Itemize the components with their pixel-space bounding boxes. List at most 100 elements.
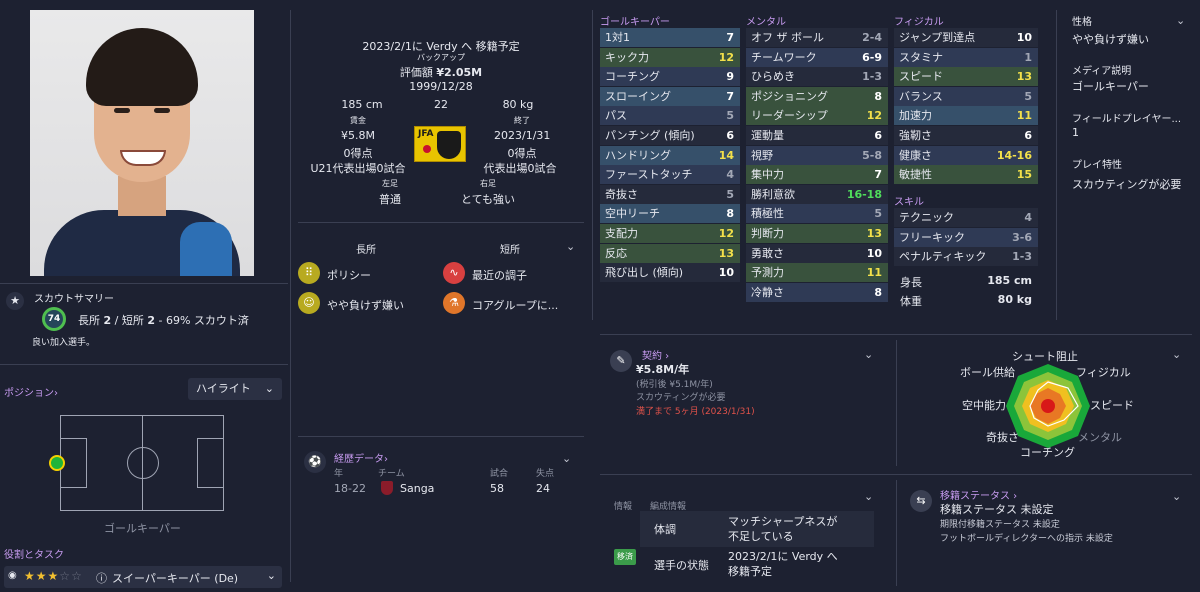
attribute-row[interactable]: ハンドリング 14	[600, 145, 740, 165]
chevron-down-icon[interactable]: ⌄	[566, 240, 575, 253]
attribute-row[interactable]: 奇抜さ 5	[600, 184, 740, 204]
attribute-row[interactable]: バランス 5	[894, 86, 1038, 106]
radar-label: ボール供給	[960, 366, 1015, 379]
col-team: チーム	[378, 469, 405, 479]
attribute-row[interactable]: 支配力 12	[600, 224, 740, 243]
attribute-row[interactable]: パス 5	[600, 106, 740, 126]
attribute-row[interactable]: 判断力 13	[746, 224, 888, 243]
attribute-row[interactable]: ひらめき 1-3	[746, 67, 888, 87]
attribute-row[interactable]: ペナルティキック 1-3	[894, 247, 1038, 267]
career-team[interactable]: Sanga	[400, 482, 434, 495]
chevron-down-icon[interactable]: ⌄	[1172, 348, 1181, 361]
value-line: 評価額 ¥2.05M	[399, 66, 483, 79]
mental-title: メンタル	[746, 17, 786, 28]
attribute-row[interactable]: コーチング 9	[600, 67, 740, 87]
height: 185 cm	[341, 98, 383, 111]
ball-icon: ⚽	[304, 451, 326, 473]
weight-value: 80 kg	[997, 293, 1032, 306]
attribute-name: 1対1	[605, 31, 630, 44]
attribute-row[interactable]: スタミナ 1	[894, 47, 1038, 67]
attribute-row[interactable]: ポジショニング 8	[746, 86, 888, 106]
attribute-row[interactable]: 加速力 11	[894, 106, 1038, 126]
attribute-row[interactable]: 飛び出し (傾向) 10	[600, 263, 740, 283]
attribute-value: 11	[1016, 109, 1032, 123]
chevron-down-icon[interactable]: ⌄	[864, 348, 873, 361]
attribute-row[interactable]: 集中力 7	[746, 165, 888, 185]
attribute-row[interactable]: 積極性 5	[746, 204, 888, 224]
attribute-row[interactable]: テクニック 4	[894, 208, 1038, 227]
attribute-row[interactable]: 強靭さ 6	[894, 126, 1038, 145]
attribute-row[interactable]: キック力 12	[600, 47, 740, 67]
attribute-row[interactable]: ファーストタッチ 4	[600, 165, 740, 185]
highlight-dropdown[interactable]: ハイライト ⌄	[188, 378, 282, 400]
attribute-name: 冷静さ	[751, 285, 784, 299]
attribute-value: 5	[874, 207, 882, 221]
attribute-value: 1-3	[862, 70, 882, 84]
attribute-row[interactable]: スピード 13	[894, 67, 1038, 87]
attribute-row[interactable]: 予測力 11	[746, 263, 888, 283]
attribute-value: 3-6	[1012, 230, 1032, 244]
attribute-row[interactable]: 運動量 6	[746, 126, 888, 145]
attribute-row[interactable]: 健康さ 14-16	[894, 145, 1038, 165]
attribute-name: 加速力	[899, 109, 932, 123]
height-value: 185 cm	[987, 274, 1032, 287]
scout-summary-line: 長所 2 / 短所 2 - 69% スカウト済	[78, 314, 249, 327]
tab-info[interactable]: 情報	[614, 499, 632, 512]
col-season: 年	[334, 469, 344, 479]
star-icon[interactable]: ★	[6, 292, 24, 310]
attribute-name: 支配力	[605, 227, 638, 240]
attribute-row[interactable]: オフ ザ ボール 2-4	[746, 28, 888, 47]
outfield-label: フィールドプレイヤー...	[1072, 114, 1182, 125]
director-status: フットボールディレクターへの指示 未設定	[940, 534, 1113, 544]
career-title[interactable]: 経歴データ›	[334, 450, 388, 465]
chevron-down-icon[interactable]: ⌄	[1172, 490, 1181, 503]
transfer-status-title[interactable]: 移籍ステータス ›	[940, 487, 1017, 502]
attribute-name: 運動量	[751, 129, 784, 142]
gk-title: ゴールキーパー	[600, 17, 670, 28]
attribute-name: パンチング (傾向)	[605, 129, 695, 142]
attribute-name: 奇抜さ	[605, 187, 638, 201]
attribute-name: 空中リーチ	[605, 207, 660, 221]
attribute-row[interactable]: 勝利意欲 16-18	[746, 184, 888, 204]
chevron-down-icon[interactable]: ⌄	[267, 569, 276, 582]
contract-wage: ¥5.8M/年	[636, 363, 690, 376]
chevron-down-icon[interactable]: ⌄	[864, 490, 873, 503]
attribute-name: フリーキック	[899, 230, 965, 244]
attribute-value: 4	[1024, 211, 1032, 224]
attribute-row[interactable]: ジャンプ到達点 10	[894, 28, 1038, 47]
radio-icon: ◉	[8, 570, 17, 581]
attribute-name: 判断力	[751, 227, 784, 240]
attribute-value: 13	[1016, 70, 1032, 84]
attribute-row[interactable]: 空中リーチ 8	[600, 204, 740, 224]
attribute-row[interactable]: 視野 5-8	[746, 145, 888, 165]
position-title[interactable]: ポジション›	[4, 384, 58, 399]
attribute-row[interactable]: 反応 13	[600, 243, 740, 263]
attribute-name: オフ ザ ボール	[751, 31, 824, 44]
chevron-down-icon[interactable]: ⌄	[562, 452, 571, 465]
attribute-row[interactable]: 勇敢さ 10	[746, 243, 888, 263]
player-photo	[30, 10, 254, 276]
radar-label: 奇抜さ	[986, 431, 1019, 444]
attribute-name: 健康さ	[899, 148, 932, 162]
attribute-row[interactable]: チームワーク 6-9	[746, 47, 888, 67]
role-selector[interactable]: ◉ ★★★☆☆ ⓘ スイーパーキーパー (De) ⌄	[4, 566, 282, 588]
attribute-row[interactable]: 1対1 7	[600, 28, 740, 47]
scout-summary-text: 良い加入選手。	[32, 338, 96, 348]
chevron-down-icon[interactable]: ⌄	[1176, 14, 1185, 27]
contract-note: スカウティングが必要	[636, 393, 726, 403]
contract-title[interactable]: 契約 ›	[642, 347, 669, 362]
caps: 代表出場0試合	[483, 162, 557, 175]
media-label: メディア説明	[1072, 66, 1132, 77]
attribute-row[interactable]: 冷静さ 8	[746, 282, 888, 302]
roles-title: 役割とタスク	[4, 550, 64, 561]
attribute-row[interactable]: スローイング 7	[600, 86, 740, 106]
attribute-row[interactable]: 敏捷性 15	[894, 165, 1038, 185]
attribute-row[interactable]: パンチング (傾向) 6	[600, 126, 740, 145]
birthdate: 1999/12/28	[409, 80, 473, 93]
attribute-value: 7	[874, 168, 882, 182]
attribute-row[interactable]: リーダーシップ 12	[746, 106, 888, 126]
attribute-row[interactable]: フリーキック 3-6	[894, 227, 1038, 247]
strength-item: ポリシー	[327, 269, 371, 282]
col-goals: 失点	[536, 469, 555, 479]
wage-label: 賃金	[350, 116, 366, 125]
